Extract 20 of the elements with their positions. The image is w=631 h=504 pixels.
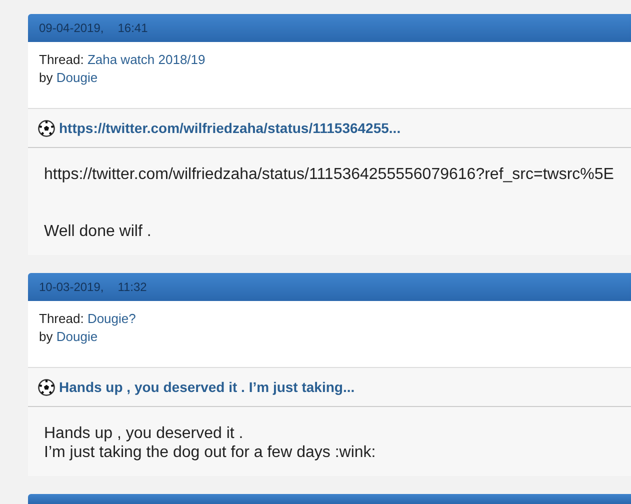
post-time: 16:41: [118, 21, 148, 35]
post-text: I’m just taking the dog out for a few days :wink:: [44, 444, 376, 461]
post-title-link[interactable]: https://twitter.com/wilfriedzaha/status/1115364255...: [59, 120, 401, 136]
post-text: https://twitter.com/wilfriedzaha/status/1115364255556079616?ref_src=twsrc%5E: [44, 166, 614, 183]
post-date: 10-03-2019,: [39, 280, 104, 294]
post-text: Well done wilf .: [44, 223, 152, 240]
author-link[interactable]: Dougie: [56, 329, 98, 344]
post-date: 09-04-2019,: [39, 21, 104, 35]
author-link[interactable]: Dougie: [56, 70, 98, 85]
thread-label: Thread:: [39, 311, 84, 326]
thread-link[interactable]: Zaha watch 2018/19: [87, 52, 206, 67]
soccer-ball-icon: [38, 120, 55, 136]
by-label: by: [39, 70, 53, 85]
thread-label: Thread:: [39, 52, 84, 67]
thread-link[interactable]: Dougie?: [87, 311, 136, 326]
post-time: 11:32: [118, 280, 147, 294]
post-title-link[interactable]: Hands up , you deserved it . I’m just taking...: [59, 379, 355, 395]
soccer-ball-icon: [38, 378, 55, 396]
by-label: by: [39, 329, 53, 344]
post-text: Hands up , you deserved it .: [44, 425, 244, 442]
